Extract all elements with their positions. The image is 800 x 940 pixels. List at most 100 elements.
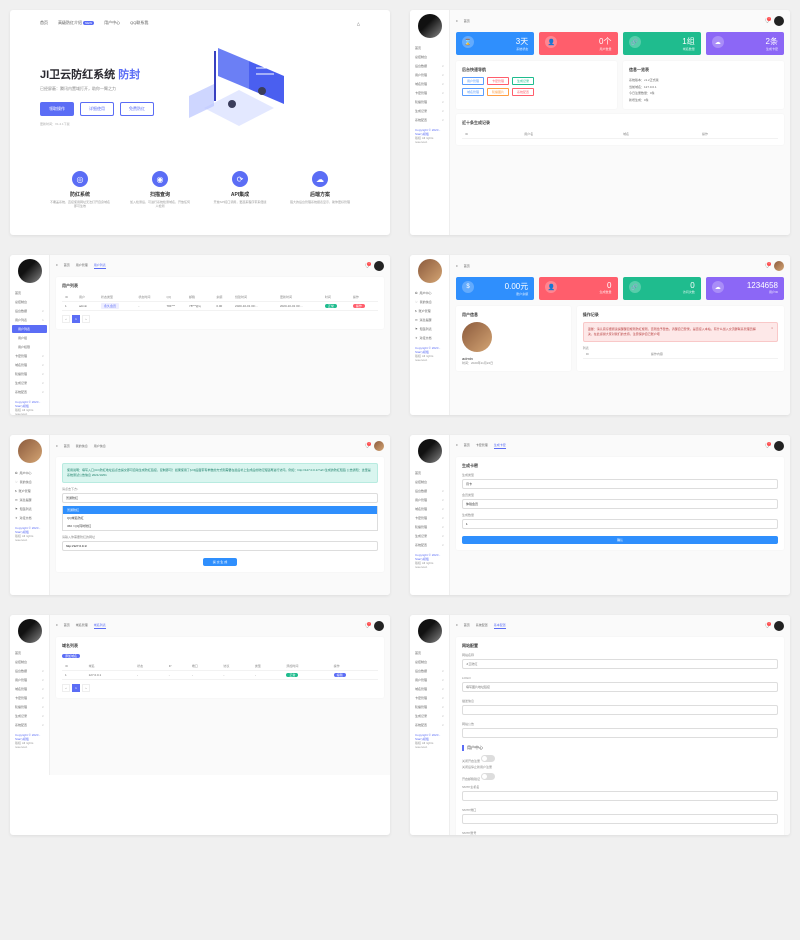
stat-gen: 👤0生成数量 xyxy=(539,277,617,300)
side-home[interactable]: 首页 xyxy=(412,44,447,52)
tag-sys[interactable]: 系统配置 xyxy=(512,88,534,96)
table-row[interactable]: 1127.0.0.1-----正常编辑 xyxy=(62,671,378,680)
tag-user[interactable]: 用户管理 xyxy=(462,77,484,85)
side-card[interactable]: 卡密管理∨ xyxy=(412,89,447,97)
domain-list-panel: 首页 总控制台 后台数据∨ 用户管理∨ 域名管理∨ 卡密管理∨ 轮播管理∨ 生成… xyxy=(10,615,390,835)
submit-btn[interactable]: 提 交 生 成 xyxy=(203,558,238,566)
sidebar: 首页 总控制台 后台数据∨ 用户列表∧ 用户列表 用户组 用户权限 卡密管理∨ … xyxy=(10,255,50,415)
nav-home[interactable]: 首页 xyxy=(40,20,48,26)
stat-days: ⌛3天系统状态 xyxy=(456,32,534,55)
feat-4: ☁后端方案强大的后台管理系统报表显示，助你更好管理 xyxy=(290,171,350,208)
confirm-btn[interactable]: 确认 xyxy=(462,536,778,544)
feat-1: ◎防红系统不覆盖系统，直接使用网址无法打开自身域名即可生效 xyxy=(50,171,110,208)
ops-card: 操作记录 温馨：请认真仔细阅读提醒醒目规则防红规则，否则给予警告。清醒自己登录。… xyxy=(577,306,784,371)
log-table: ID用户名域名操作 xyxy=(462,130,778,139)
api-icon: ⟳ xyxy=(232,171,248,187)
info-alert: 使用说明：填写入口(Url)防红地址后点击提交即可自动生成防红链接，复制即可！如… xyxy=(62,463,378,483)
stat-visit: 🔗0访问次数 xyxy=(623,277,701,300)
type-select[interactable]: 月卡 xyxy=(462,479,778,489)
link-icon: 🔗 xyxy=(629,36,641,48)
side-data[interactable]: 后台数据∨ xyxy=(412,62,447,70)
stat-domains: 🔗1组域名数量 xyxy=(623,32,701,55)
side-banner[interactable]: 轮播管理∨ xyxy=(412,98,447,106)
stat-users: 👤0个用户数量 xyxy=(539,32,617,55)
top-nav: 首页 高级防红介绍 NEW 用户中心 QQ联系我 △ xyxy=(40,20,360,26)
add-domain-btn[interactable]: 添加域名 xyxy=(62,654,80,658)
btn-detail[interactable]: 详细使用 xyxy=(80,102,114,116)
logo-input[interactable] xyxy=(462,682,778,692)
scan-icon: ◉ xyxy=(152,171,168,187)
stat-uid: ☁1234658用户ID xyxy=(706,277,784,300)
gen-key-panel: 首页 总控制台 后台数据∨ 用户管理∨ 域名管理∨ 卡密管理∨ 轮播管理∨ 生成… xyxy=(410,435,790,595)
side-domain[interactable]: 域名管理∨ xyxy=(412,80,447,88)
admin-dashboard: 首页 总控制台 后台数据∨ 用户管理∨ 域名管理∨ 卡密管理∨ 轮播管理∨ 生成… xyxy=(410,10,790,235)
sidebar: 首页 总控制台 后台数据∨ 用户管理∨ 域名管理∨ 卡密管理∨ 轮播管理∨ 生成… xyxy=(410,10,450,235)
main: ≡首页 ♡2 ⌛3天系统状态 👤0个用户数量 🔗1组域名数量 ☁2条生成卡密 后… xyxy=(450,10,790,235)
feat-2: ◉扫描查询加入检测后，可进行系统检测域名，开放任何人检测 xyxy=(130,171,190,208)
footer: Copyright © 2020 - Starry模板版权 All rights… xyxy=(412,125,447,147)
level-select[interactable]: 体验会员 xyxy=(462,499,778,509)
feature-row: ◎防红系统不覆盖系统，直接使用网址无法打开自身域名即可生效 ◉扫描查询加入检测后… xyxy=(40,171,360,208)
nav-user[interactable]: 用户中心 xyxy=(104,20,120,26)
side-sys[interactable]: 系统配置∨ xyxy=(412,116,447,124)
nav-qq[interactable]: QQ联系我 xyxy=(130,20,148,26)
register-switch[interactable] xyxy=(481,755,495,762)
tag-domain[interactable]: 域名管理 xyxy=(462,88,484,96)
user-icon: 👤 xyxy=(545,36,557,48)
type-select[interactable]: 普通防红 xyxy=(62,493,378,503)
breadcrumb: ≡首页 xyxy=(456,19,470,23)
hero-meta: 更新时间：V1.2.1下载 xyxy=(40,122,154,126)
site-name-input[interactable] xyxy=(462,659,778,669)
pagination: ‹1› xyxy=(62,315,378,323)
sys-config-panel: 首页 总控制台 后台数据∨ 用户管理∨ 域名管理∨ 卡密管理∨ 轮播管理∨ 生成… xyxy=(410,615,790,835)
domain-table: ID域名状态IP端口协议类型添加时间操作 1127.0.0.1-----正常编辑 xyxy=(62,662,378,680)
user-center-panel: ✪ 用户中心 ♡ 我的信息 $ 账户管理 ✉ 消息提醒 ⚑ 短链列表 ✈ 对接文… xyxy=(410,255,790,415)
cloud-icon: ☁ xyxy=(712,36,724,48)
nav-card: 后台快速导航 用户管理 卡密管理 生成记录 域名管理 轮播图片 系统配置 xyxy=(456,61,617,109)
user-table: ID用户状态类型状态时间QQ邮箱余额创建时间更新时间时间操作 1admin永久会… xyxy=(62,293,378,311)
dropdown-options: 普通防红 QQ域名防红 360 / QQ同时防红 xyxy=(62,506,378,531)
side-log[interactable]: 生成记录∨ xyxy=(412,107,447,115)
bell-icon[interactable]: ♡2 xyxy=(765,18,770,25)
warning-alert: 温馨：请认真仔细阅读提醒醒目规则防红规则，否则给予警告。清醒自己登录。是否接入本… xyxy=(583,322,778,342)
nav-intro[interactable]: 高级防红介绍 NEW xyxy=(58,20,94,26)
user-icon[interactable]: △ xyxy=(357,21,360,26)
avatar[interactable] xyxy=(18,259,42,283)
hero-subtitle: 已经屏蔽：腾讯内置域打开，助你一臂之力 xyxy=(40,86,154,92)
avatar[interactable] xyxy=(418,259,442,283)
stat-balance: $0.00元账户余额 xyxy=(456,277,534,300)
btn-primary[interactable]: 领取操作 xyxy=(40,102,74,116)
stat-cards: ☁2条生成卡密 xyxy=(706,32,784,55)
count-input[interactable] xyxy=(462,519,778,529)
log-card: 近十条生成记录 ID用户名域名操作 xyxy=(456,114,784,145)
user-list-card: 用户列表 ID用户状态类型状态时间QQ邮箱余额创建时间更新时间时间操作 1adm… xyxy=(56,277,384,329)
delete-btn[interactable]: 操作 xyxy=(353,304,365,308)
avatar[interactable] xyxy=(418,14,442,38)
info-card: 信息一览表 系统版本：v1.2正式版 当前域名：127.0.0.1 今日注册数量… xyxy=(623,61,784,109)
user-list-panel: 首页 总控制台 后台数据∨ 用户列表∧ 用户列表 用户组 用户权限 卡密管理∨ … xyxy=(10,255,390,415)
hourglass-icon: ⌛ xyxy=(462,36,474,48)
new-badge: NEW xyxy=(83,21,94,25)
btn-free[interactable]: 免费防红 xyxy=(120,102,154,116)
hero-illustration xyxy=(174,46,304,146)
tag-banner[interactable]: 轮播图片 xyxy=(487,88,509,96)
mini-avatar[interactable] xyxy=(774,16,784,26)
landing-panel: 首页 高级防红介绍 NEW 用户中心 QQ联系我 △ JI卫云防红系统 防封 已… xyxy=(10,10,390,235)
cloud-icon: ☁ xyxy=(312,171,328,187)
bell-icon[interactable]: ♡2 xyxy=(365,263,370,270)
generate-panel: ✪ 用户中心 ♡ 我的信息 $ 账户管理 ✉ 消息提醒 ⚑ 短链列表 ✈ 对接文… xyxy=(10,435,390,595)
shield-icon: ◎ xyxy=(72,171,88,187)
feat-3: ⟳API集成开放API接口调用，更起来程序带来便捷 xyxy=(210,171,270,208)
tag-log[interactable]: 生成记录 xyxy=(512,77,534,85)
hero-title: JI卫云防红系统 防封 xyxy=(40,66,154,82)
desc-input[interactable] xyxy=(462,705,778,715)
side-user[interactable]: 用户管理∨ xyxy=(412,71,447,79)
tag-card[interactable]: 卡密管理 xyxy=(487,77,509,85)
side-console[interactable]: 总控制台 xyxy=(412,53,447,61)
url-input[interactable] xyxy=(62,541,378,551)
hero-text: JI卫云防红系统 防封 已经屏蔽：腾讯内置域打开，助你一臂之力 领取操作 详细使… xyxy=(40,66,154,126)
table-row[interactable]: 1admin永久会员-784***78***@q0.002020-10-01 0… xyxy=(62,302,378,311)
announce-input[interactable] xyxy=(462,728,778,738)
close-icon[interactable]: × xyxy=(771,326,773,331)
email-switch[interactable] xyxy=(481,773,495,780)
